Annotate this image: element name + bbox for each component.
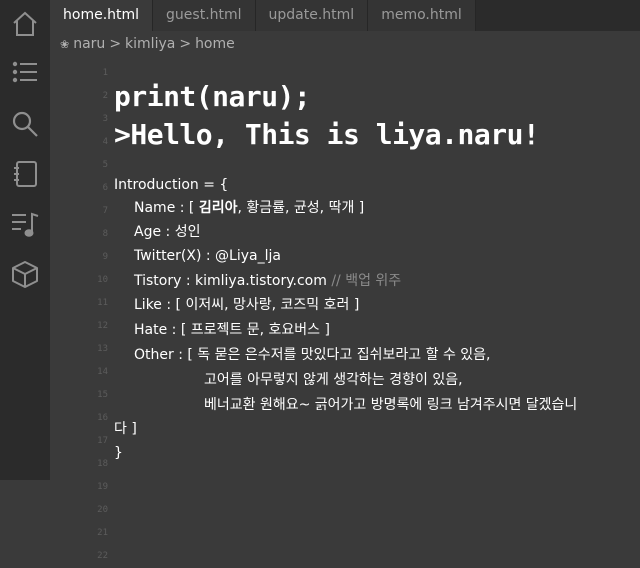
code-line-intro: Introduction = {	[114, 177, 229, 193]
line-number: 8	[102, 229, 108, 239]
breadcrumb-separator: >	[179, 36, 192, 52]
name-bold: 김리아	[198, 200, 238, 216]
tab-guest[interactable]: guest.html	[153, 0, 256, 31]
code-heading-hello: >Hello, This is liya.naru!	[114, 118, 540, 151]
notebook-icon[interactable]	[9, 158, 41, 190]
tistory-link[interactable]: Tistory : kimliya.tistory.com	[134, 273, 331, 289]
code-line-age: Age : 성인	[134, 224, 201, 240]
breadcrumb: ❀ naru > kimliya > home	[60, 35, 235, 53]
breadcrumb-item-home[interactable]: home	[195, 36, 235, 52]
code-heading-print: print(naru);	[114, 80, 311, 113]
file-icon: ❀	[60, 37, 70, 51]
code-line-other-cont: 베너교환 원해요~ 긁어가고 방명록에 링크 남겨주시면 달겠습니	[204, 397, 578, 413]
line-number: 17	[97, 436, 108, 446]
line-number: 3	[102, 114, 108, 124]
list-icon[interactable]	[9, 56, 41, 88]
line-number: 2	[102, 91, 108, 101]
code-line-close: }	[114, 445, 123, 461]
code-line-twitter: Twitter(X) : @Liya_lja	[134, 248, 281, 264]
line-number: 13	[97, 344, 108, 354]
tab-bar: home.html guest.html update.html memo.ht…	[50, 0, 640, 31]
code-line-hate: Hate : [ 프로젝트 문, 호요버스 ]	[134, 322, 330, 338]
line-number: 11	[97, 298, 108, 308]
name-prefix: Name : [	[134, 200, 199, 216]
tab-home[interactable]: home.html	[50, 0, 154, 31]
line-number-gutter: 1 2 3 4 5 6 7 8 9 10 11 12 13 14 15 16 1…	[86, 62, 108, 568]
line-number: 6	[102, 183, 108, 193]
tab-update[interactable]: update.html	[255, 0, 369, 31]
breadcrumb-item-naru[interactable]: naru	[73, 36, 105, 52]
line-number: 7	[102, 206, 108, 216]
activity-sidebar	[0, 0, 50, 480]
name-rest: , 황금률, 균성, 딱개 ]	[237, 200, 365, 216]
code-line-other-cont: 고어를 아무렇지 않게 생각하는 경향이 있음,	[204, 372, 463, 388]
line-number: 10	[97, 275, 108, 285]
search-icon[interactable]	[9, 108, 41, 140]
cube-icon[interactable]	[9, 258, 41, 290]
code-line-tistory: Tistory : kimliya.tistory.com // 백업 위주	[134, 270, 401, 293]
code-line-other-end: 다 ]	[114, 421, 137, 437]
line-number: 1	[102, 68, 108, 78]
line-number: 4	[102, 137, 108, 147]
line-number: 12	[97, 321, 108, 331]
music-list-icon[interactable]	[9, 208, 41, 240]
line-number: 9	[102, 252, 108, 262]
tab-memo[interactable]: memo.html	[368, 0, 476, 31]
code-line-name: Name : [ 김리아, 황금률, 균성, 딱개 ]	[134, 197, 364, 220]
home-icon[interactable]	[9, 8, 41, 40]
line-number: 20	[97, 505, 108, 515]
breadcrumb-item-kimliya[interactable]: kimliya	[125, 36, 175, 52]
line-number: 16	[97, 413, 108, 423]
line-number: 22	[97, 551, 108, 561]
line-number: 5	[102, 160, 108, 170]
line-number: 18	[97, 459, 108, 469]
line-number: 15	[97, 390, 108, 400]
breadcrumb-separator: >	[109, 36, 122, 52]
line-number: 21	[97, 528, 108, 538]
tistory-comment: // 백업 위주	[331, 273, 402, 289]
line-number: 19	[97, 482, 108, 492]
line-number: 14	[97, 367, 108, 377]
code-line-like: Like : [ 이저씨, 망사랑, 코즈믹 호러 ]	[134, 297, 360, 313]
code-line-other: Other : [ 독 묻은 은수저를 맛있다고 집쉬보라고 할 수 있음,	[134, 347, 491, 363]
